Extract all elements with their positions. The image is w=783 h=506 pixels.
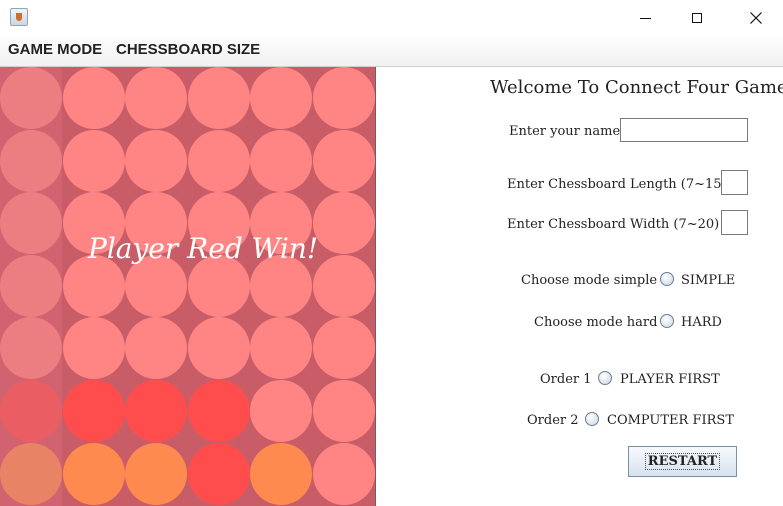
hard-option-label[interactable]: HARD <box>681 315 722 330</box>
empty-slot[interactable] <box>0 317 62 379</box>
computer-first-option-label[interactable]: COMPUTER FIRST <box>607 413 734 428</box>
mode-simple-label: Choose mode simple <box>521 273 658 288</box>
empty-slot[interactable] <box>313 67 375 129</box>
empty-slot[interactable] <box>313 380 375 442</box>
order1-label: Order 1 <box>540 372 592 387</box>
java-app-icon <box>10 8 28 26</box>
red-piece[interactable] <box>125 380 187 442</box>
empty-slot[interactable] <box>188 317 250 379</box>
empty-slot[interactable] <box>125 130 187 192</box>
width-label: Enter Chessboard Width (7~20) <box>507 217 720 232</box>
close-button[interactable] <box>733 0 779 36</box>
orange-piece[interactable] <box>250 443 312 505</box>
orange-piece[interactable] <box>0 443 62 505</box>
win-message: Player Red Win! <box>88 232 319 265</box>
close-icon <box>750 12 762 24</box>
menu-chessboard-size[interactable]: CHESSBOARD SIZE <box>116 41 260 58</box>
title-bar <box>0 0 783 36</box>
restart-label: RESTART <box>644 453 721 470</box>
minimize-button[interactable] <box>622 0 668 36</box>
hard-radio[interactable] <box>660 314 674 328</box>
welcome-heading: Welcome To Connect Four Game <box>490 77 783 98</box>
order2-label: Order 2 <box>527 413 579 428</box>
maximize-icon <box>692 13 702 23</box>
maximize-button[interactable] <box>674 0 720 36</box>
empty-slot[interactable] <box>63 317 125 379</box>
empty-slot[interactable] <box>188 130 250 192</box>
length-input[interactable] <box>721 170 748 195</box>
orange-piece[interactable] <box>63 443 125 505</box>
red-piece[interactable] <box>188 380 250 442</box>
empty-slot[interactable] <box>313 130 375 192</box>
simple-radio[interactable] <box>660 272 674 286</box>
empty-slot[interactable] <box>0 130 62 192</box>
empty-slot[interactable] <box>313 192 375 254</box>
game-board[interactable]: Player Red Win! <box>0 67 375 506</box>
empty-slot[interactable] <box>313 255 375 317</box>
name-input[interactable] <box>620 118 748 142</box>
empty-slot[interactable] <box>125 67 187 129</box>
empty-slot[interactable] <box>0 67 62 129</box>
empty-slot[interactable] <box>125 317 187 379</box>
mode-hard-label: Choose mode hard <box>534 315 658 330</box>
width-input[interactable] <box>721 210 748 235</box>
orange-piece[interactable] <box>125 443 187 505</box>
empty-slot[interactable] <box>0 192 62 254</box>
length-label: Enter Chessboard Length (7~15) <box>507 177 727 192</box>
empty-slot[interactable] <box>250 130 312 192</box>
empty-slot[interactable] <box>313 317 375 379</box>
red-piece[interactable] <box>0 380 62 442</box>
empty-slot[interactable] <box>0 255 62 317</box>
empty-slot[interactable] <box>63 67 125 129</box>
empty-slot[interactable] <box>313 443 375 505</box>
simple-option-label[interactable]: SIMPLE <box>681 273 735 288</box>
menu-game-mode[interactable]: GAME MODE <box>8 41 102 58</box>
empty-slot[interactable] <box>63 130 125 192</box>
red-piece[interactable] <box>63 380 125 442</box>
red-piece[interactable] <box>188 443 250 505</box>
minimize-icon <box>639 18 651 19</box>
empty-slot[interactable] <box>250 67 312 129</box>
player-first-radio[interactable] <box>598 371 612 385</box>
menu-bar: GAME MODE CHESSBOARD SIZE <box>0 36 783 67</box>
restart-button[interactable]: RESTART <box>628 446 737 477</box>
control-panel: Welcome To Connect Four Game Enter your … <box>376 67 783 506</box>
name-label: Enter your name <box>509 124 621 139</box>
computer-first-radio[interactable] <box>585 412 599 426</box>
empty-slot[interactable] <box>188 67 250 129</box>
empty-slot[interactable] <box>250 317 312 379</box>
empty-slot[interactable] <box>250 380 312 442</box>
player-first-option-label[interactable]: PLAYER FIRST <box>620 372 720 387</box>
